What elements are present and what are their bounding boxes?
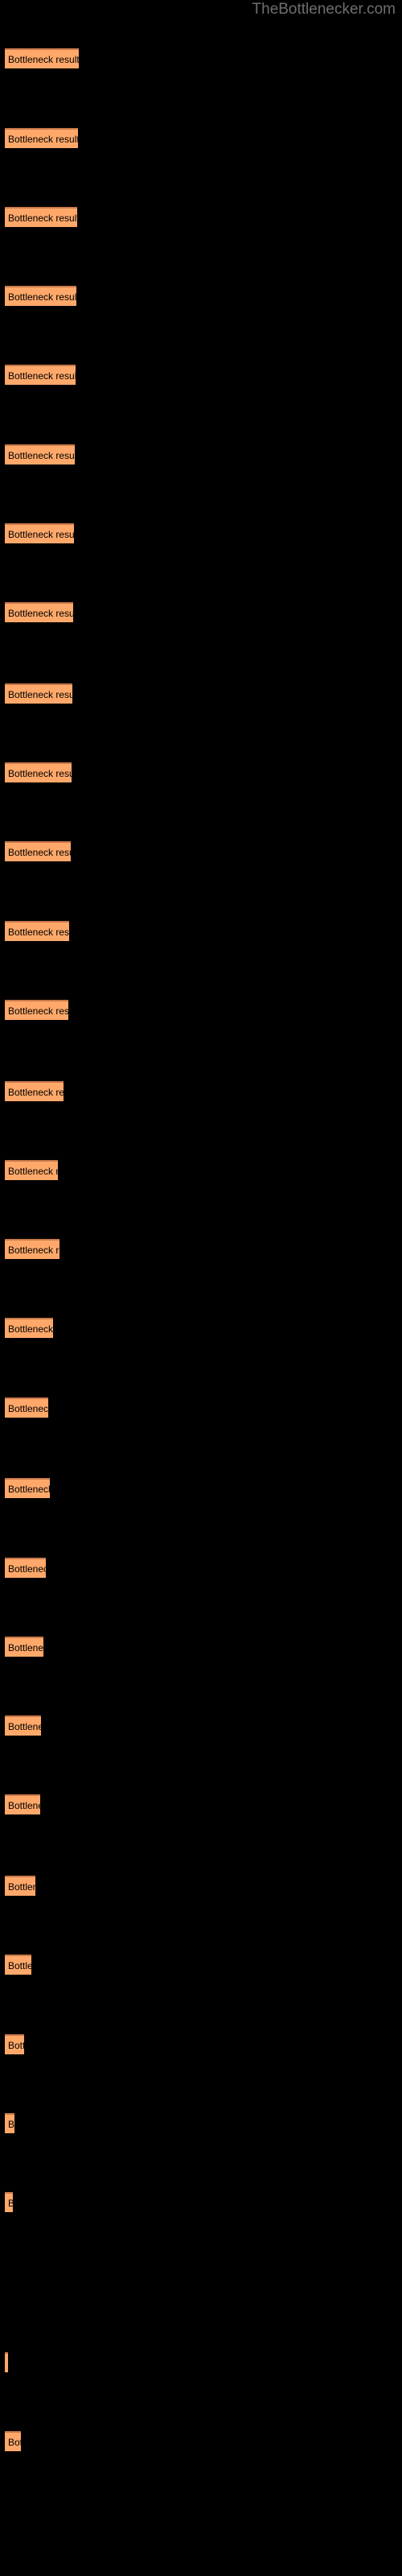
bar-label: Bottleneck result (8, 54, 79, 65)
bar-label: Bottleneck result (8, 1721, 41, 1732)
bar-label: Bottleneck result (8, 1960, 31, 1971)
bar-11[interactable]: Bottleneck result (5, 841, 71, 861)
bar-label: Bottleneck result (8, 689, 72, 700)
bar-18[interactable]: Bottleneck result (5, 1397, 48, 1418)
bar-5[interactable]: Bottleneck result (5, 365, 76, 385)
bar-label: Bottleneck result (8, 1087, 64, 1098)
bar-17[interactable]: Bottleneck result (5, 1318, 53, 1338)
bar-label: Bottleneck result (8, 1323, 53, 1335)
bar-9[interactable]: Bottleneck result (5, 683, 72, 704)
bar-label: Bottleneck result (8, 2197, 13, 2211)
bar-2[interactable]: Bottleneck result (5, 128, 78, 148)
bar-label: Bottleneck result (8, 213, 77, 224)
bar-7[interactable]: Bottleneck result (5, 523, 74, 543)
bar-10[interactable]: Bottleneck result (5, 762, 72, 782)
bar-label: Bottleneck result (8, 2119, 14, 2130)
bar-label: Bottleneck result (8, 1245, 59, 1256)
bar-label: Bottleneck result (8, 1881, 35, 1893)
bar-label: Bottleneck result (8, 608, 73, 619)
bar-19[interactable]: Bottleneck result (5, 1478, 50, 1498)
bar-26[interactable]: Bottleneck result (5, 2034, 24, 2054)
bar-label: Bottleneck result (8, 1403, 48, 1414)
bar-label: Bottleneck result (8, 450, 75, 461)
bar-27[interactable]: Bottleneck result (5, 2113, 14, 2133)
bar-label: Bottleneck result (8, 1800, 40, 1811)
bar-label: Bottleneck result (8, 1484, 50, 1495)
bar-14[interactable]: Bottleneck result (5, 1081, 64, 1101)
bar-28[interactable]: Bottleneck result (5, 2192, 13, 2212)
bar-23[interactable]: Bottleneck result (5, 1794, 40, 1814)
bottleneck-bar-chart: Bottleneck result Bottleneck result Bottle… (0, 0, 402, 2576)
bar-6[interactable]: Bottleneck result (5, 444, 75, 464)
bar-label: Bottleneck result (8, 1642, 43, 1653)
bar-label: Bottleneck result (8, 847, 71, 858)
bar-label: Bottleneck result (8, 768, 72, 779)
bar-label: Bottleneck result (8, 1005, 68, 1017)
bar-20[interactable]: Bottleneck result (5, 1558, 46, 1578)
bar-label: Bottleneck result (8, 291, 76, 303)
bar-label: Bottleneck result (8, 529, 74, 540)
bar-12[interactable]: Bottleneck result (5, 921, 69, 941)
bar-label: Bottleneck result (8, 2437, 21, 2448)
bar-8[interactable]: Bottleneck result (5, 602, 73, 622)
bar-label: Bottleneck result (8, 1166, 58, 1177)
bar-22[interactable]: Bottleneck result (5, 1715, 41, 1736)
bar-16[interactable]: Bottleneck result (5, 1239, 59, 1259)
bar-25[interactable]: Bottleneck result (5, 1955, 31, 1975)
bar-13[interactable]: Bottleneck result (5, 1000, 68, 1020)
bar-29[interactable]: Bottleneck result (5, 2352, 8, 2372)
bar-30[interactable]: Bottleneck result (5, 2431, 21, 2451)
bar-label: Bottleneck result (8, 134, 78, 145)
bar-15[interactable]: Bottleneck result (5, 1160, 58, 1180)
bar-21[interactable]: Bottleneck result (5, 1637, 43, 1657)
bar-label: Bottleneck result (8, 927, 69, 938)
bar-3[interactable]: Bottleneck result (5, 207, 77, 227)
bar-label: Bottleneck result (8, 1563, 46, 1575)
bar-4[interactable]: Bottleneck result (5, 286, 76, 306)
bar-label: Bottleneck result (8, 370, 76, 382)
bar-label: Bottleneck result (8, 2040, 24, 2051)
bar-24[interactable]: Bottleneck result (5, 1876, 35, 1896)
bar-1[interactable]: Bottleneck result (5, 48, 79, 68)
